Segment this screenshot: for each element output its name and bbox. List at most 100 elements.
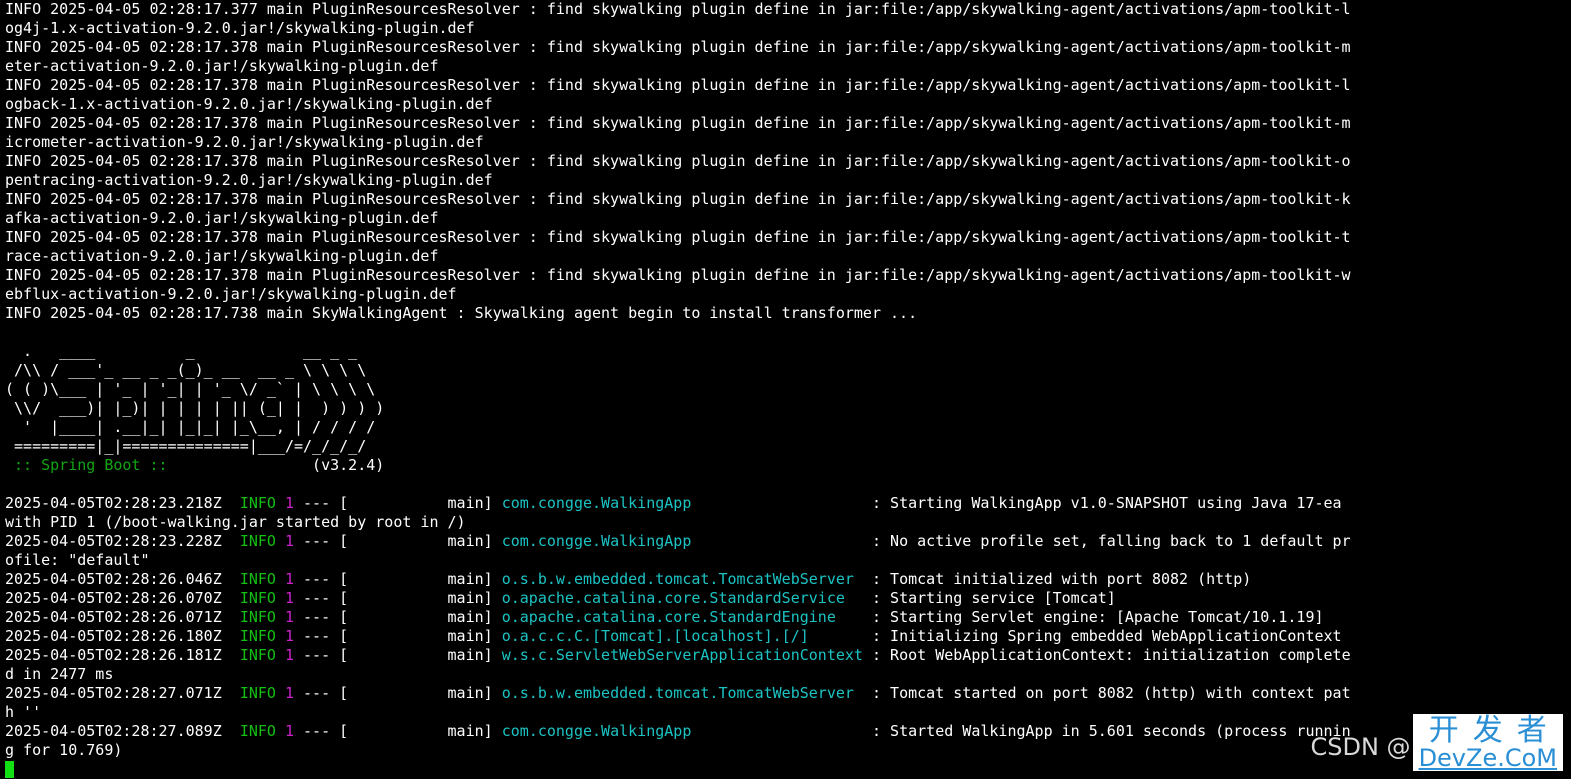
terminal-line: 2025-04-05T02:28:27.071Z INFO 1 --- [ ma… bbox=[5, 684, 1351, 703]
line-text: h '' bbox=[5, 703, 42, 721]
line-text: --- [ main] bbox=[294, 570, 502, 588]
log-level: INFO bbox=[239, 532, 276, 550]
line-text: 2025-04-05T02:28:26.046Z bbox=[5, 570, 240, 588]
terminal-line: with PID 1 (/boot-walking.jar started by… bbox=[5, 513, 1351, 532]
terminal-line: INFO 2025-04-05 02:28:17.378 main Plugin… bbox=[5, 266, 1351, 285]
line-text: : Tomcat started on port 8082 (http) wit… bbox=[862, 684, 1351, 702]
terminal-line: INFO 2025-04-05 02:28:17.378 main Plugin… bbox=[5, 114, 1351, 133]
line-text: 2025-04-05T02:28:26.070Z bbox=[5, 589, 240, 607]
line-text: --- [ main] bbox=[294, 608, 502, 626]
terminal-line: 2025-04-05T02:28:23.228Z INFO 1 --- [ ma… bbox=[5, 532, 1351, 551]
line-text: : Root WebApplicationContext: initializa… bbox=[862, 646, 1351, 664]
line-text: pentracing-activation-9.2.0.jar!/skywalk… bbox=[5, 171, 493, 189]
line-text: INFO 2025-04-05 02:28:17.378 main Plugin… bbox=[5, 38, 1351, 56]
terminal-line: icrometer-activation-9.2.0.jar!/skywalki… bbox=[5, 133, 1351, 152]
line-text: --- [ main] bbox=[294, 589, 502, 607]
terminal-line: INFO 2025-04-05 02:28:17.378 main Plugin… bbox=[5, 228, 1351, 247]
line-text bbox=[276, 684, 285, 702]
terminal-line: 2025-04-05T02:28:26.180Z INFO 1 --- [ ma… bbox=[5, 627, 1351, 646]
line-text: 2025-04-05T02:28:26.180Z bbox=[5, 627, 240, 645]
logger-name: o.apache.catalina.core.StandardEngine bbox=[501, 608, 863, 626]
terminal-line: INFO 2025-04-05 02:28:17.378 main Plugin… bbox=[5, 76, 1351, 95]
terminal-cursor bbox=[5, 761, 14, 778]
terminal-line: 2025-04-05T02:28:26.071Z INFO 1 --- [ ma… bbox=[5, 608, 1351, 627]
line-text: ogback-1.x-activation-9.2.0.jar!/skywalk… bbox=[5, 95, 493, 113]
terminal-line: 2025-04-05T02:28:23.218Z INFO 1 --- [ ma… bbox=[5, 494, 1351, 513]
terminal-line: /\\ / ___'_ __ _ _(_)_ __ __ _ \ \ \ \ bbox=[5, 361, 1351, 380]
line-text: =========|_|==============|___/=/_/_/_/ bbox=[5, 437, 367, 455]
line-text: ofile: "default" bbox=[5, 551, 150, 569]
line-text: afka-activation-9.2.0.jar!/skywalking-pl… bbox=[5, 209, 439, 227]
line-text: --- [ main] bbox=[294, 494, 502, 512]
line-text: race-activation-9.2.0.jar!/skywalking-pl… bbox=[5, 247, 439, 265]
terminal-output[interactable]: INFO 2025-04-05 02:28:17.377 main Plugin… bbox=[5, 0, 1351, 779]
logger-name: w.s.c.ServletWebServerApplicationContext bbox=[501, 646, 863, 664]
log-level: INFO bbox=[239, 570, 276, 588]
line-text bbox=[276, 532, 285, 550]
terminal-line: 2025-04-05T02:28:26.046Z INFO 1 --- [ ma… bbox=[5, 570, 1351, 589]
terminal-line: ebflux-activation-9.2.0.jar!/skywalking-… bbox=[5, 285, 1351, 304]
line-text: og4j-1.x-activation-9.2.0.jar!/skywalkin… bbox=[5, 19, 475, 37]
line-text: 2025-04-05T02:28:23.218Z bbox=[5, 494, 240, 512]
line-text bbox=[276, 646, 285, 664]
csdn-watermark-text: CSDN @ bbox=[1310, 733, 1411, 761]
logger-name: com.congge.WalkingApp bbox=[501, 494, 863, 512]
terminal-line: afka-activation-9.2.0.jar!/skywalking-pl… bbox=[5, 209, 1351, 228]
terminal-line: INFO 2025-04-05 02:28:17.378 main Plugin… bbox=[5, 152, 1351, 171]
spring-boot-label: :: Spring Boot :: bbox=[5, 456, 177, 474]
devze-logo-en: DevZe.CoM bbox=[1418, 744, 1557, 772]
log-pid: 1 bbox=[284, 684, 294, 702]
logger-name: o.a.c.c.C.[Tomcat].[localhost].[/] bbox=[501, 627, 863, 645]
line-text: 2025-04-05T02:28:26.181Z bbox=[5, 646, 240, 664]
log-pid: 1 bbox=[284, 589, 294, 607]
log-level: INFO bbox=[239, 684, 276, 702]
line-text: d in 2477 ms bbox=[5, 665, 114, 683]
line-text: INFO 2025-04-05 02:28:17.378 main Plugin… bbox=[5, 190, 1351, 208]
terminal-line: INFO 2025-04-05 02:28:17.378 main Plugin… bbox=[5, 38, 1351, 57]
log-level: INFO bbox=[239, 608, 276, 626]
line-text: with PID 1 (/boot-walking.jar started by… bbox=[5, 513, 466, 531]
line-text: INFO 2025-04-05 02:28:17.378 main Plugin… bbox=[5, 228, 1351, 246]
line-text: \\/ ___)| |_)| | | | | || (_| | ) ) ) ) bbox=[5, 399, 385, 417]
line-text: ( ( )\___ | '_ | '_| | '_ \/ _` | \ \ \ … bbox=[5, 380, 376, 398]
log-level: INFO bbox=[239, 627, 276, 645]
line-text: INFO 2025-04-05 02:28:17.377 main Plugin… bbox=[5, 0, 1351, 18]
line-text bbox=[276, 570, 285, 588]
terminal-line: =========|_|==============|___/=/_/_/_/ bbox=[5, 437, 1351, 456]
devze-logo: 开发者 DevZe.CoM bbox=[1412, 714, 1563, 772]
prompt-line bbox=[5, 760, 1351, 779]
terminal-line: ogback-1.x-activation-9.2.0.jar!/skywalk… bbox=[5, 95, 1351, 114]
terminal-line: race-activation-9.2.0.jar!/skywalking-pl… bbox=[5, 247, 1351, 266]
line-text: : Starting Servlet engine: [Apache Tomca… bbox=[862, 608, 1324, 626]
log-pid: 1 bbox=[284, 532, 294, 550]
terminal-line: g for 10.769) bbox=[5, 741, 1351, 760]
terminal-line: pentracing-activation-9.2.0.jar!/skywalk… bbox=[5, 171, 1351, 190]
logger-name: o.s.b.w.embedded.tomcat.TomcatWebServer bbox=[501, 570, 863, 588]
log-level: INFO bbox=[239, 589, 276, 607]
line-text bbox=[276, 627, 285, 645]
line-text: INFO 2025-04-05 02:28:17.378 main Plugin… bbox=[5, 266, 1351, 284]
line-text: INFO 2025-04-05 02:28:17.738 main SkyWal… bbox=[5, 304, 918, 322]
line-text: : Initializing Spring embedded WebApplic… bbox=[862, 627, 1342, 645]
log-pid: 1 bbox=[284, 494, 294, 512]
line-text: . ____ _ __ _ _ bbox=[5, 342, 358, 360]
terminal-line: INFO 2025-04-05 02:28:17.378 main Plugin… bbox=[5, 190, 1351, 209]
line-text: : Started WalkingApp in 5.601 seconds (p… bbox=[862, 722, 1351, 740]
line-text bbox=[276, 722, 285, 740]
line-text: 2025-04-05T02:28:27.071Z bbox=[5, 684, 240, 702]
log-pid: 1 bbox=[284, 722, 294, 740]
line-text: eter-activation-9.2.0.jar!/skywalking-pl… bbox=[5, 57, 439, 75]
watermark: CSDN @ 开发者 DevZe.CoM bbox=[1310, 711, 1563, 772]
logger-name: com.congge.WalkingApp bbox=[501, 722, 863, 740]
line-text bbox=[276, 589, 285, 607]
line-text: : Starting WalkingApp v1.0-SNAPSHOT usin… bbox=[862, 494, 1342, 512]
terminal-line: 2025-04-05T02:28:26.070Z INFO 1 --- [ ma… bbox=[5, 589, 1351, 608]
line-text: ebflux-activation-9.2.0.jar!/skywalking-… bbox=[5, 285, 457, 303]
terminal-line: INFO 2025-04-05 02:28:17.377 main Plugin… bbox=[5, 0, 1351, 19]
log-pid: 1 bbox=[284, 646, 294, 664]
line-text: ' |____| .__|_| |_|_| |_\__, | / / / / bbox=[5, 418, 376, 436]
logger-name: o.apache.catalina.core.StandardService bbox=[501, 589, 863, 607]
terminal-line: 2025-04-05T02:28:26.181Z INFO 1 --- [ ma… bbox=[5, 646, 1351, 665]
